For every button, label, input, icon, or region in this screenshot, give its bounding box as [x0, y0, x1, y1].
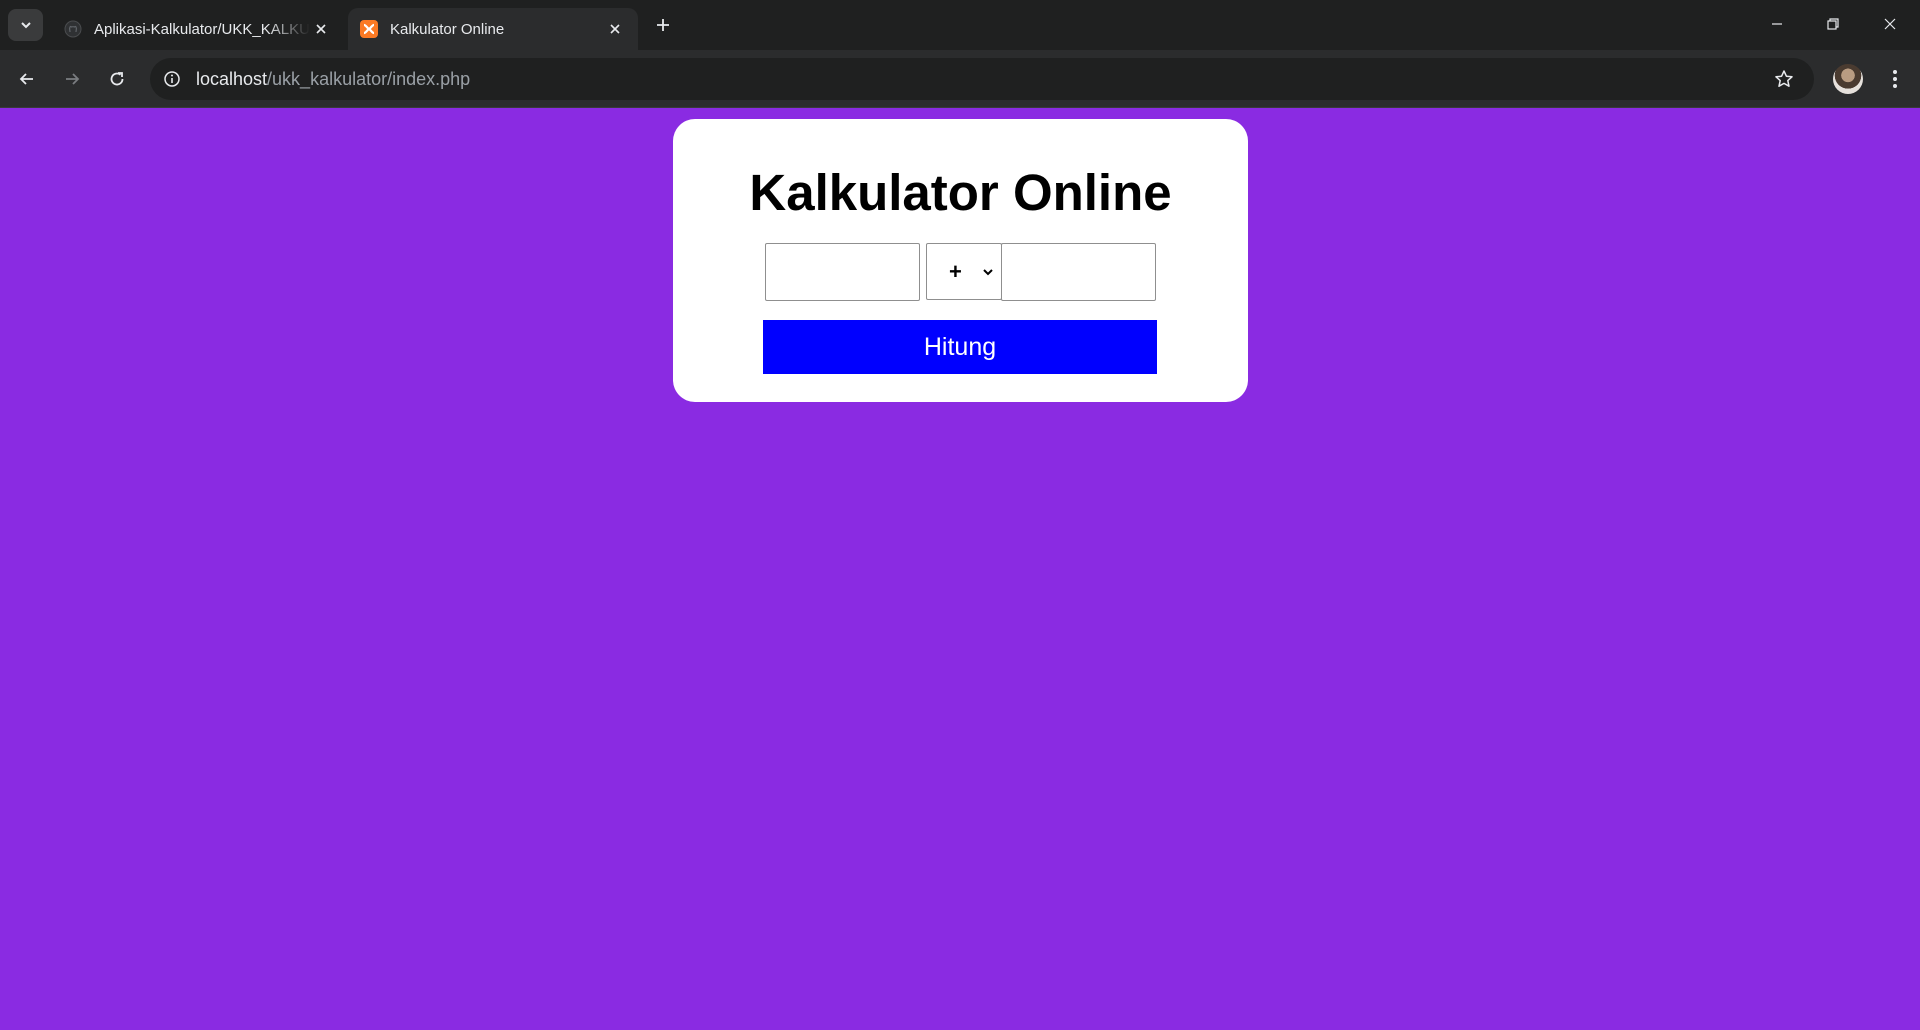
arrow-right-icon — [66, 73, 80, 85]
profile-avatar[interactable] — [1833, 64, 1863, 94]
page-content: Kalkulator Online + Hitung — [0, 109, 1920, 1030]
calculator-card: Kalkulator Online + Hitung — [673, 119, 1248, 402]
url-text: localhost/ukk_kalkulator/index.php — [196, 69, 470, 90]
back-button[interactable] — [10, 62, 44, 96]
arrow-left-icon — [19, 73, 33, 85]
close-icon — [1884, 18, 1896, 30]
first-number-input[interactable] — [765, 243, 920, 301]
reload-icon — [110, 72, 124, 86]
address-bar[interactable]: localhost/ukk_kalkulator/index.php — [150, 58, 1814, 100]
restore-button[interactable] — [1810, 8, 1856, 40]
url-host: localhost — [196, 68, 268, 89]
tab-title: Aplikasi-Kalkulator/UKK_KALKU — [94, 20, 310, 38]
bookmark-star-icon[interactable] — [1772, 67, 1796, 91]
new-tab-button[interactable] — [651, 13, 675, 37]
tab-search-button[interactable] — [8, 9, 43, 41]
minimize-button[interactable] — [1754, 8, 1800, 40]
close-icon — [610, 24, 620, 34]
close-icon — [316, 24, 326, 34]
chevron-down-icon — [20, 22, 31, 29]
more-vertical-icon — [1893, 70, 1897, 88]
xampp-icon — [360, 20, 378, 38]
tab-github[interactable]: Aplikasi-Kalkulator/UKK_KALKU — [52, 8, 344, 50]
chevron-down-icon — [979, 263, 997, 281]
browser-toolbar: localhost/ukk_kalkulator/index.php — [0, 50, 1920, 108]
site-info-icon[interactable] — [160, 67, 184, 91]
restore-icon — [1827, 18, 1839, 30]
url-path: /ukk_kalkulator/index.php — [267, 68, 471, 89]
tab-close-button[interactable] — [310, 18, 332, 40]
github-icon — [64, 20, 82, 38]
second-number-input[interactable] — [1001, 243, 1156, 301]
page-title: Kalkulator Online — [749, 164, 1172, 221]
operator-select[interactable]: + — [926, 243, 1002, 300]
browser-menu-button[interactable] — [1880, 64, 1910, 94]
plus-icon — [657, 19, 669, 31]
close-window-button[interactable] — [1867, 8, 1913, 40]
tab-kalkulator[interactable]: Kalkulator Online — [348, 8, 638, 50]
operator-value: + — [949, 258, 962, 284]
tab-close-button[interactable] — [604, 18, 626, 40]
forward-button[interactable] — [55, 62, 89, 96]
tab-title: Kalkulator Online — [390, 20, 505, 38]
hitung-button[interactable]: Hitung — [763, 320, 1157, 374]
minimize-icon — [1772, 23, 1782, 25]
browser-tab-bar: Aplikasi-Kalkulator/UKK_KALKU Kalkulator… — [0, 0, 1920, 50]
reload-button[interactable] — [100, 62, 134, 96]
